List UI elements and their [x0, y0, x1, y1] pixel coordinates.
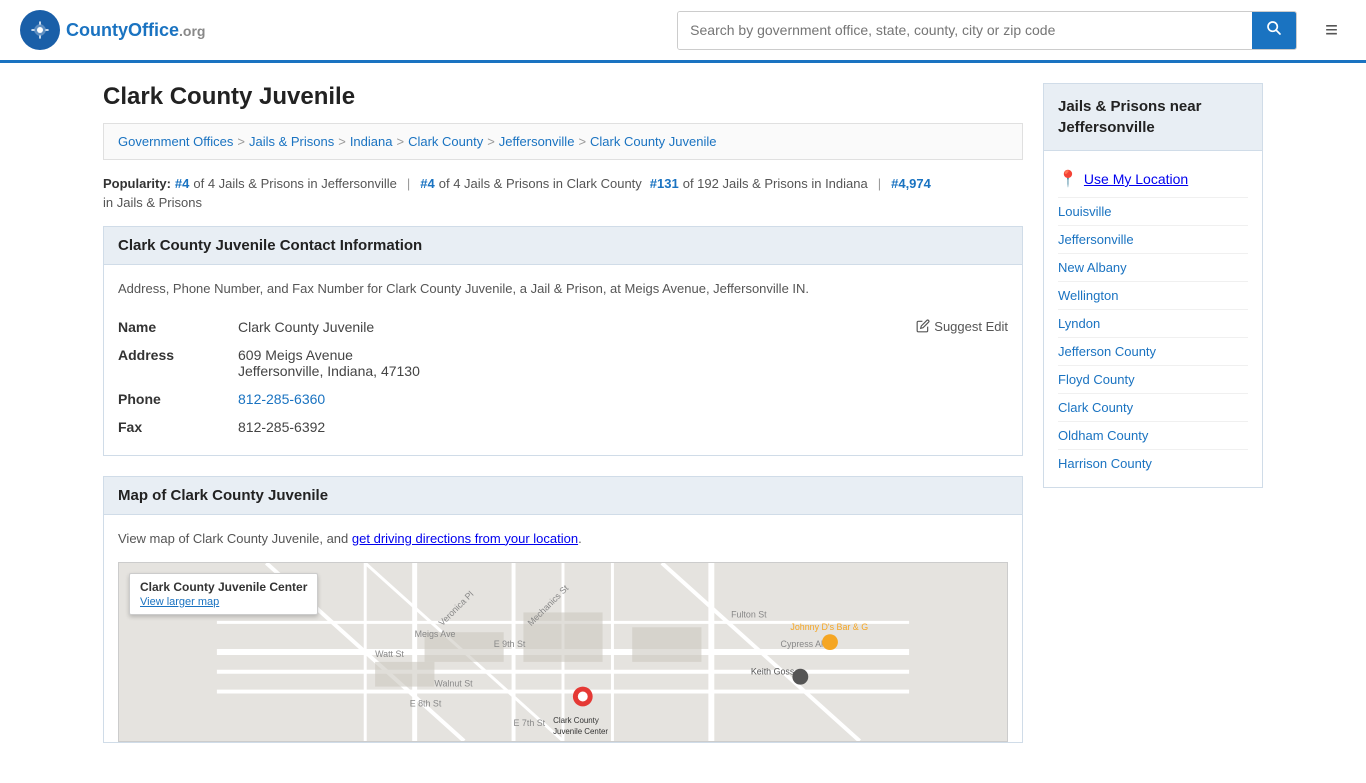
sidebar-list: 📍 Use My Location Louisville Jeffersonvi… — [1044, 151, 1262, 487]
sidebar-item-floyd-county[interactable]: Floyd County — [1058, 366, 1248, 394]
contact-name-row: Name Clark County Juvenile Suggest Edit — [118, 313, 1008, 341]
name-label: Name — [118, 313, 238, 341]
sidebar-item-harrison-county[interactable]: Harrison County — [1058, 450, 1248, 477]
view-larger-map-link[interactable]: View larger map — [140, 596, 219, 608]
location-pin-icon: 📍 — [1058, 169, 1078, 189]
svg-text:E 8th St: E 8th St — [410, 698, 442, 708]
map-callout: Clark County Juvenile Center View larger… — [129, 573, 318, 615]
contact-section-header: Clark County Juvenile Contact Informatio… — [103, 226, 1023, 265]
callout-title: Clark County Juvenile Center — [140, 580, 307, 594]
sidebar-item-jeffersonville[interactable]: Jeffersonville — [1058, 226, 1248, 254]
breadcrumb-clark-county[interactable]: Clark County — [408, 134, 483, 149]
pop-text-4: in Jails & Prisons — [103, 195, 202, 210]
contact-section: Clark County Juvenile Contact Informatio… — [103, 226, 1023, 456]
sidebar-item-new-albany[interactable]: New Albany — [1058, 254, 1248, 282]
contact-description: Address, Phone Number, and Fax Number fo… — [118, 279, 1008, 299]
pop-text-3: of 192 Jails & Prisons in Indiana — [683, 176, 868, 191]
breadcrumb-indiana[interactable]: Indiana — [350, 134, 393, 149]
svg-text:Clark County: Clark County — [553, 716, 599, 725]
breadcrumb-jails-prisons[interactable]: Jails & Prisons — [249, 134, 334, 149]
svg-text:Johnny D's Bar & G: Johnny D's Bar & G — [790, 622, 868, 632]
sidebar-item-oldham-county[interactable]: Oldham County — [1058, 422, 1248, 450]
contact-address-row: Address 609 Meigs Avenue Jeffersonville,… — [118, 341, 1008, 385]
use-location-link[interactable]: Use My Location — [1084, 171, 1188, 187]
map-container[interactable]: Fulton St Cypress Alley Veronica Pl Mech… — [118, 562, 1008, 742]
address-line2: Jeffersonville, Indiana, 47130 — [238, 363, 1008, 379]
phone-label: Phone — [118, 385, 238, 413]
site-logo[interactable]: CountyOffice.org — [20, 10, 205, 50]
popularity-section: Popularity: #4 of 4 Jails & Prisons in J… — [103, 176, 1023, 210]
pop-rank-4: #4,974 — [891, 176, 931, 191]
search-bar — [677, 11, 1297, 50]
fax-label: Fax — [118, 413, 238, 441]
page-title: Clark County Juvenile — [103, 83, 1023, 111]
phone-link[interactable]: 812-285-6360 — [238, 391, 325, 407]
search-button[interactable] — [1252, 12, 1296, 49]
breadcrumb-jeffersonville[interactable]: Jeffersonville — [499, 134, 575, 149]
breadcrumb: Government Offices > Jails & Prisons > I… — [103, 123, 1023, 160]
pop-text-1: of 4 Jails & Prisons in Jeffersonville — [193, 176, 397, 191]
breadcrumb-clark-county-juvenile[interactable]: Clark County Juvenile — [590, 134, 716, 149]
map-section-header: Map of Clark County Juvenile — [103, 476, 1023, 515]
pop-rank-3: #131 — [650, 176, 679, 191]
sidebar-item-jefferson-county[interactable]: Jefferson County — [1058, 338, 1248, 366]
menu-icon[interactable]: ≡ — [1317, 13, 1346, 47]
sidebar: Jails & Prisons near Jeffersonville 📍 Us… — [1043, 83, 1263, 763]
popularity-label: Popularity: — [103, 176, 171, 191]
map-section: Map of Clark County Juvenile View map of… — [103, 476, 1023, 744]
search-input[interactable] — [678, 12, 1252, 49]
fax-value: 812-285-6392 — [238, 419, 325, 435]
sidebar-title: Jails & Prisons near Jeffersonville — [1044, 84, 1262, 151]
svg-text:Keith Goss: Keith Goss — [751, 667, 795, 677]
sidebar-item-louisville[interactable]: Louisville — [1058, 198, 1248, 226]
sidebar-item-clark-county[interactable]: Clark County — [1058, 394, 1248, 422]
suggest-edit-button[interactable]: Suggest Edit — [916, 319, 1008, 334]
sidebar-box: Jails & Prisons near Jeffersonville 📍 Us… — [1043, 83, 1263, 488]
directions-link[interactable]: get driving directions from your locatio… — [352, 531, 578, 546]
svg-text:Juvenile Center: Juvenile Center — [553, 727, 608, 736]
svg-text:E 7th St: E 7th St — [514, 718, 546, 728]
svg-text:Watt St: Watt St — [375, 649, 404, 659]
svg-text:Fulton St: Fulton St — [731, 609, 767, 619]
svg-text:E 9th St: E 9th St — [494, 639, 526, 649]
logo-text: CountyOffice.org — [66, 20, 205, 41]
svg-text:Walnut St: Walnut St — [434, 679, 473, 689]
address-label: Address — [118, 341, 238, 385]
pop-text-2: of 4 Jails & Prisons in Clark County — [439, 176, 642, 191]
sidebar-item-lyndon[interactable]: Lyndon — [1058, 310, 1248, 338]
pop-rank-2: #4 — [420, 176, 434, 191]
contact-phone-row: Phone 812-285-6360 — [118, 385, 1008, 413]
edit-icon — [916, 319, 930, 333]
logo-icon — [20, 10, 60, 50]
map-description: View map of Clark County Juvenile, and g… — [118, 529, 1008, 549]
use-location-item[interactable]: 📍 Use My Location — [1058, 161, 1248, 198]
address-line1: 609 Meigs Avenue — [238, 347, 1008, 363]
breadcrumb-government-offices[interactable]: Government Offices — [118, 134, 233, 149]
name-value: Clark County Juvenile — [238, 319, 374, 335]
svg-text:Meigs Ave: Meigs Ave — [415, 629, 456, 639]
contact-fax-row: Fax 812-285-6392 — [118, 413, 1008, 441]
sidebar-item-wellington[interactable]: Wellington — [1058, 282, 1248, 310]
pop-rank-1: #4 — [175, 176, 189, 191]
